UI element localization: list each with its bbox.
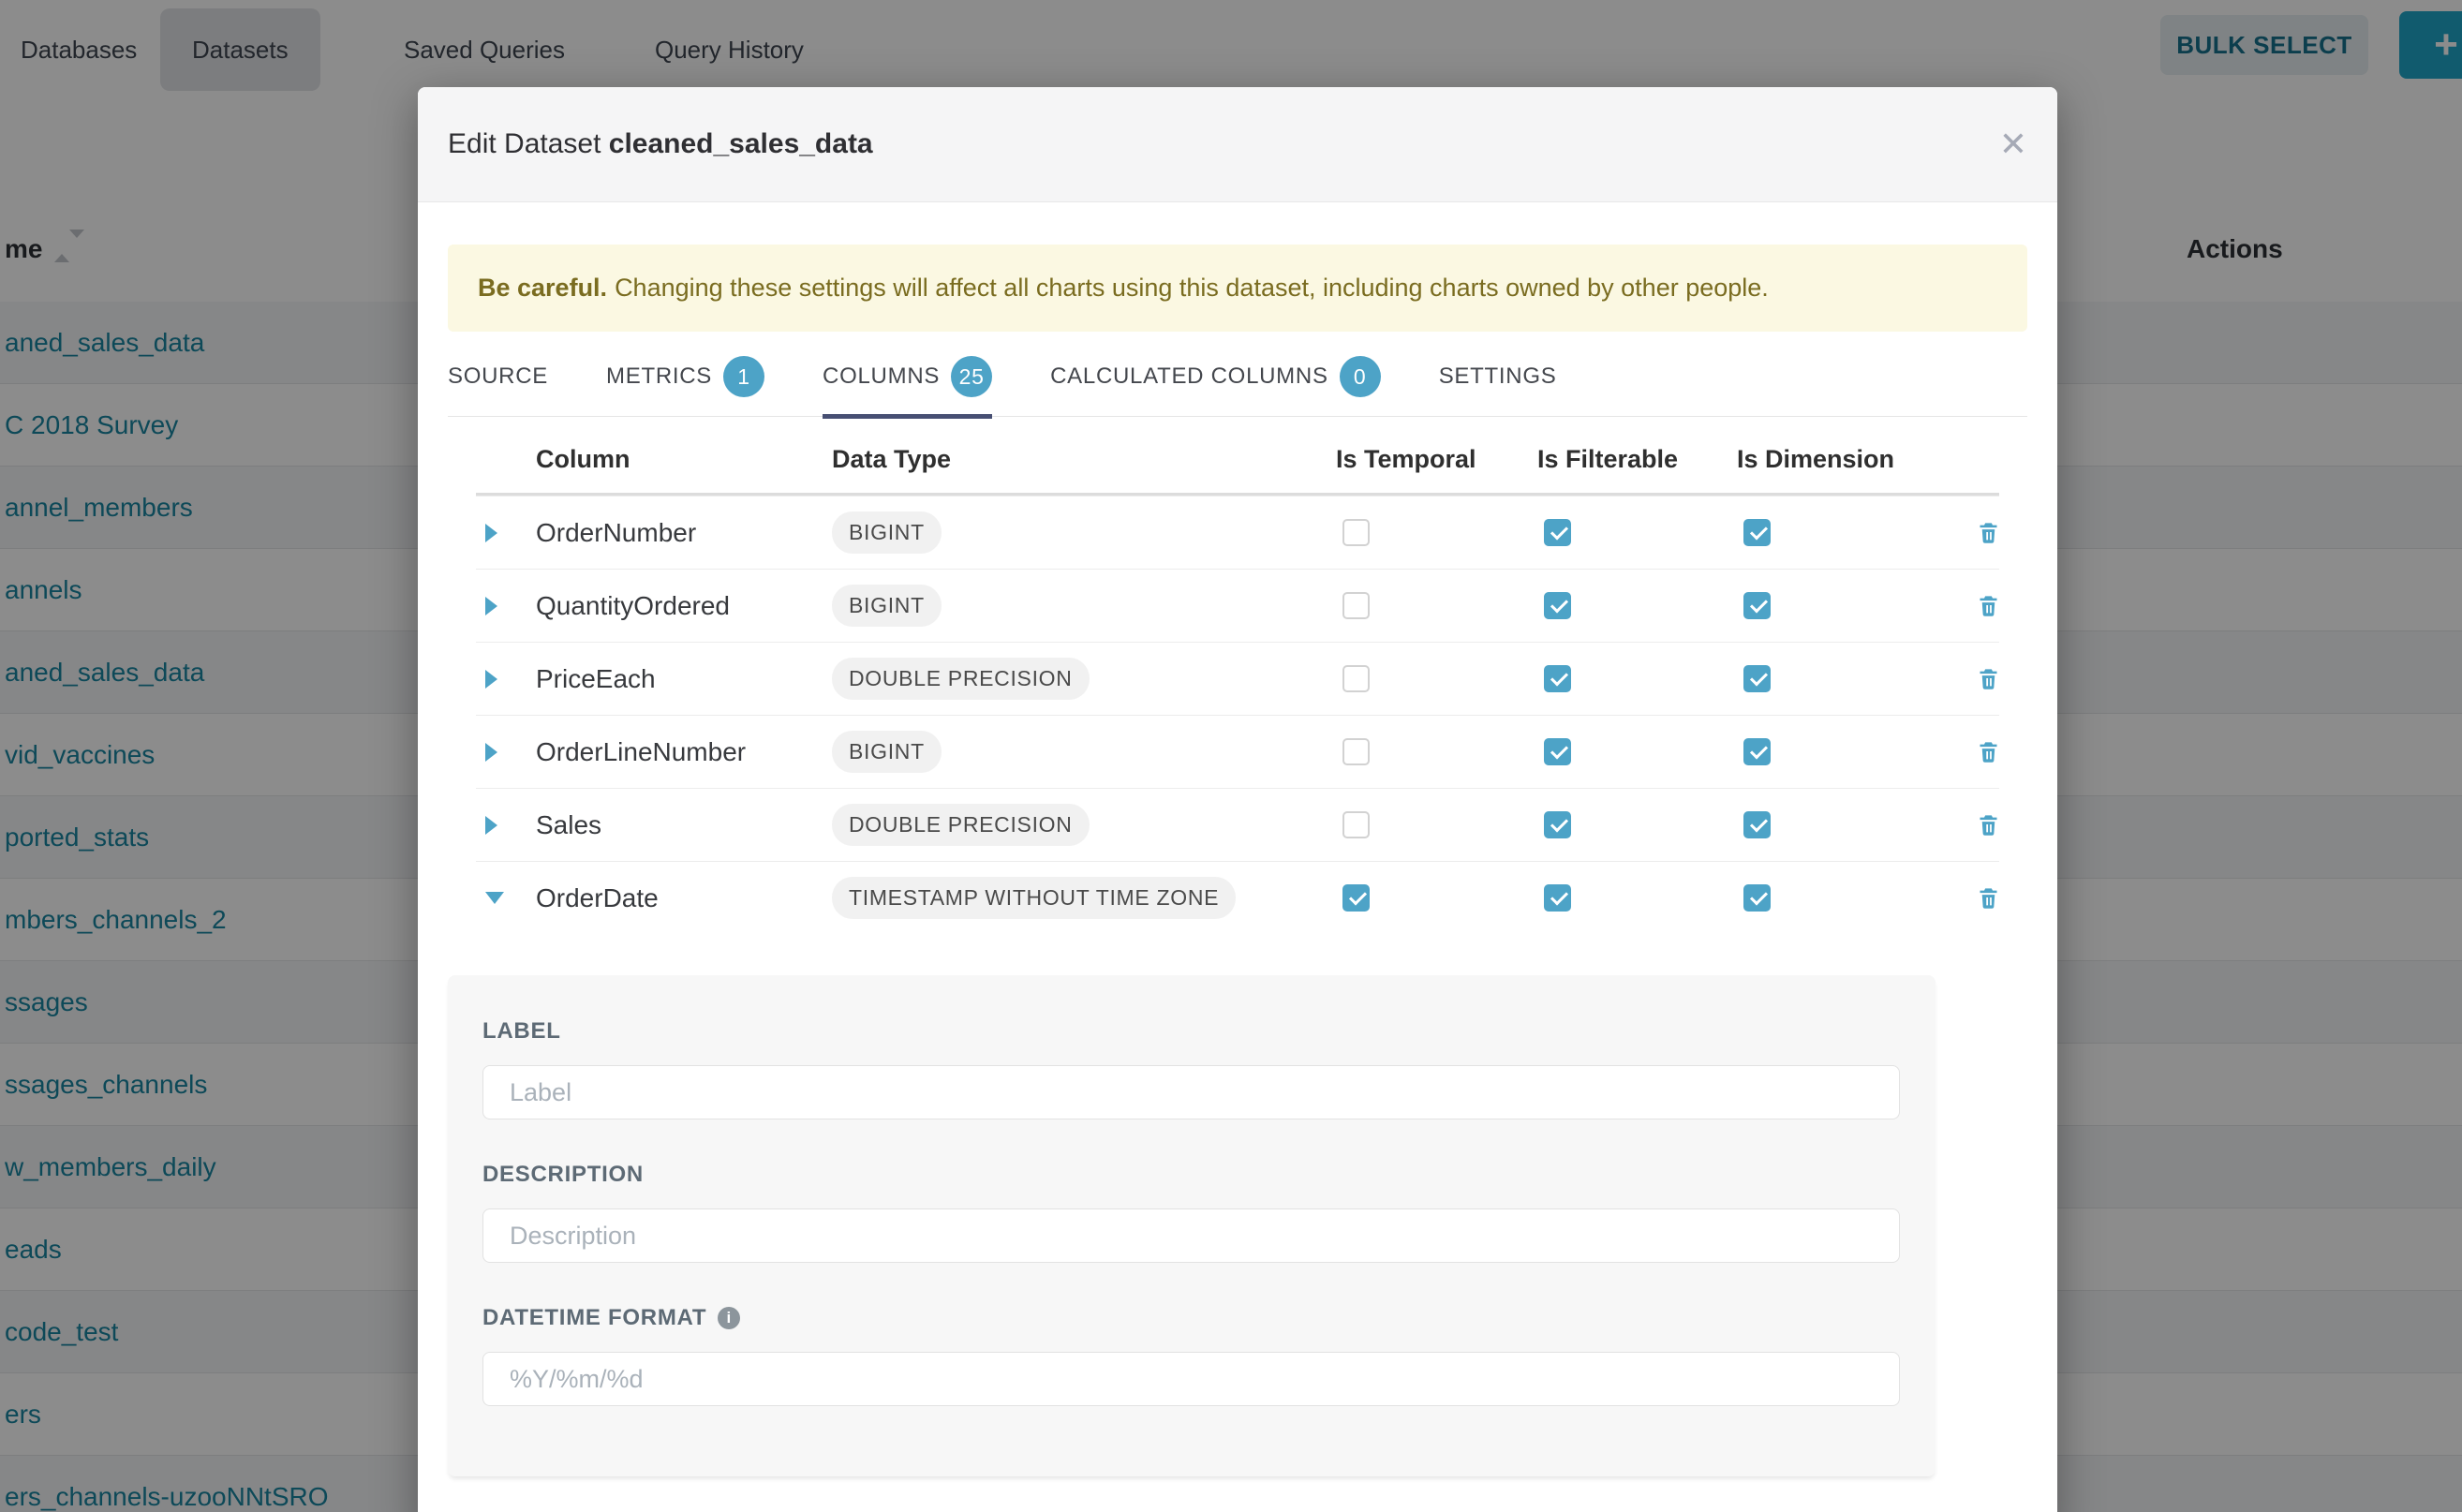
datetime-format-field: DATETIME FORMAT i bbox=[482, 1305, 1900, 1406]
expand-caret-icon[interactable] bbox=[485, 597, 497, 615]
edit-dataset-modal: Edit Dataset cleaned_sales_data ✕ Be car… bbox=[418, 87, 2057, 1512]
is-filterable-checkbox[interactable] bbox=[1544, 665, 1571, 692]
tab-count-badge: 1 bbox=[723, 356, 764, 397]
trash-icon bbox=[1976, 593, 2001, 618]
delete-column-button[interactable] bbox=[1976, 739, 2001, 764]
column-row: OrderDate TIMESTAMP WITHOUT TIME ZONE bbox=[476, 861, 1999, 934]
is-filterable-checkbox[interactable] bbox=[1544, 519, 1571, 546]
expand-caret-icon[interactable] bbox=[485, 743, 497, 762]
column-header: Column bbox=[536, 445, 832, 474]
tab-label: COLUMNS bbox=[823, 363, 940, 390]
is-filterable-header: Is Filterable bbox=[1537, 445, 1737, 474]
is-dimension-checkbox[interactable] bbox=[1743, 884, 1771, 912]
warning-banner-text: Changing these settings will affect all … bbox=[615, 274, 1769, 303]
description-input[interactable] bbox=[482, 1208, 1900, 1263]
column-row: QuantityOrdered BIGINT bbox=[476, 569, 1999, 642]
is-filterable-checkbox[interactable] bbox=[1544, 738, 1571, 765]
data-type-pill: BIGINT bbox=[832, 585, 942, 627]
tab-count-badge: 25 bbox=[951, 356, 992, 397]
columns-table: Column Data Type Is Temporal Is Filterab… bbox=[476, 417, 1999, 934]
modal-title-dataset-name: cleaned_sales_data bbox=[609, 128, 873, 159]
column-name: OrderDate bbox=[536, 883, 832, 913]
data-type-pill: DOUBLE PRECISION bbox=[832, 658, 1090, 700]
tab-label: METRICS bbox=[606, 363, 712, 390]
data-type-pill: TIMESTAMP WITHOUT TIME ZONE bbox=[832, 877, 1236, 919]
is-dimension-header: Is Dimension bbox=[1737, 445, 1953, 474]
is-temporal-header: Is Temporal bbox=[1336, 445, 1537, 474]
description-field-label: DESCRIPTION bbox=[482, 1162, 1900, 1188]
delete-column-button[interactable] bbox=[1976, 593, 2001, 618]
close-icon[interactable]: ✕ bbox=[1999, 127, 2027, 161]
column-row: Sales DOUBLE PRECISION bbox=[476, 788, 1999, 861]
column-name: PriceEach bbox=[536, 664, 832, 694]
data-type-header: Data Type bbox=[832, 445, 1336, 474]
column-row: PriceEach DOUBLE PRECISION bbox=[476, 642, 1999, 715]
data-type-pill: BIGINT bbox=[832, 511, 942, 554]
expand-caret-icon[interactable] bbox=[485, 892, 504, 904]
modal-tabs: SOURCE METRICS 1 COLUMNS 25 CALCUL bbox=[448, 356, 2027, 417]
warning-banner-bold: Be careful. bbox=[478, 274, 607, 303]
trash-icon bbox=[1976, 885, 2001, 911]
is-dimension-checkbox[interactable] bbox=[1743, 665, 1771, 692]
expand-caret-icon[interactable] bbox=[485, 670, 497, 689]
tab[interactable]: COLUMNS 25 bbox=[823, 356, 992, 416]
expand-caret-icon[interactable] bbox=[485, 816, 497, 835]
app-viewport: Databases Datasets Saved Queries Query H… bbox=[0, 0, 2462, 1512]
warning-banner: Be careful. Changing these settings will… bbox=[448, 245, 2027, 332]
column-row: OrderLineNumber BIGINT bbox=[476, 715, 1999, 788]
is-temporal-checkbox[interactable] bbox=[1342, 811, 1370, 838]
info-icon[interactable]: i bbox=[718, 1307, 740, 1329]
expand-caret-icon[interactable] bbox=[485, 524, 497, 542]
datetime-format-input[interactable] bbox=[482, 1352, 1900, 1406]
label-field: LABEL bbox=[482, 1018, 1900, 1119]
trash-icon bbox=[1976, 520, 2001, 545]
data-type-pill: BIGINT bbox=[832, 731, 942, 773]
tab-label: SETTINGS bbox=[1439, 363, 1557, 390]
description-field: DESCRIPTION bbox=[482, 1162, 1900, 1263]
tab[interactable]: CALCULATED COLUMNS 0 bbox=[1050, 356, 1381, 416]
modal-title: Edit Dataset cleaned_sales_data bbox=[448, 128, 873, 160]
tab[interactable]: SOURCE bbox=[448, 356, 548, 416]
modal-header: Edit Dataset cleaned_sales_data ✕ bbox=[418, 87, 2057, 202]
is-dimension-checkbox[interactable] bbox=[1743, 738, 1771, 765]
delete-column-button[interactable] bbox=[1976, 885, 2001, 911]
is-filterable-checkbox[interactable] bbox=[1544, 592, 1571, 619]
column-name: OrderNumber bbox=[536, 518, 832, 548]
trash-icon bbox=[1976, 739, 2001, 764]
delete-column-button[interactable] bbox=[1976, 666, 2001, 691]
delete-column-button[interactable] bbox=[1976, 812, 2001, 838]
is-filterable-checkbox[interactable] bbox=[1544, 884, 1571, 912]
tab-count-badge: 0 bbox=[1340, 356, 1381, 397]
is-temporal-checkbox[interactable] bbox=[1342, 738, 1370, 765]
column-name: OrderLineNumber bbox=[536, 737, 832, 767]
tab[interactable]: METRICS 1 bbox=[606, 356, 764, 416]
delete-column-button[interactable] bbox=[1976, 520, 2001, 545]
is-filterable-checkbox[interactable] bbox=[1544, 811, 1571, 838]
column-name: Sales bbox=[536, 810, 832, 840]
is-dimension-checkbox[interactable] bbox=[1743, 592, 1771, 619]
column-row: OrderNumber BIGINT bbox=[476, 496, 1999, 569]
is-temporal-checkbox[interactable] bbox=[1342, 665, 1370, 692]
is-temporal-checkbox[interactable] bbox=[1342, 519, 1370, 546]
column-name: QuantityOrdered bbox=[536, 591, 832, 621]
column-detail-editor: LABEL DESCRIPTION DATETIME FORMAT i bbox=[448, 975, 1935, 1476]
modal-title-prefix: Edit Dataset bbox=[448, 128, 601, 159]
tab-label: CALCULATED COLUMNS bbox=[1050, 363, 1328, 390]
tab-label: SOURCE bbox=[448, 363, 548, 390]
is-temporal-checkbox[interactable] bbox=[1342, 884, 1370, 912]
datetime-format-label-text: DATETIME FORMAT bbox=[482, 1305, 706, 1331]
trash-icon bbox=[1976, 666, 2001, 691]
trash-icon bbox=[1976, 812, 2001, 838]
tab[interactable]: SETTINGS bbox=[1439, 356, 1557, 416]
datetime-format-field-label: DATETIME FORMAT i bbox=[482, 1305, 1900, 1331]
columns-table-header: Column Data Type Is Temporal Is Filterab… bbox=[476, 417, 1999, 496]
is-temporal-checkbox[interactable] bbox=[1342, 592, 1370, 619]
data-type-pill: DOUBLE PRECISION bbox=[832, 804, 1090, 846]
label-field-label: LABEL bbox=[482, 1018, 1900, 1045]
label-input[interactable] bbox=[482, 1065, 1900, 1119]
is-dimension-checkbox[interactable] bbox=[1743, 811, 1771, 838]
is-dimension-checkbox[interactable] bbox=[1743, 519, 1771, 546]
modal-body: Be careful. Changing these settings will… bbox=[418, 245, 2057, 1476]
